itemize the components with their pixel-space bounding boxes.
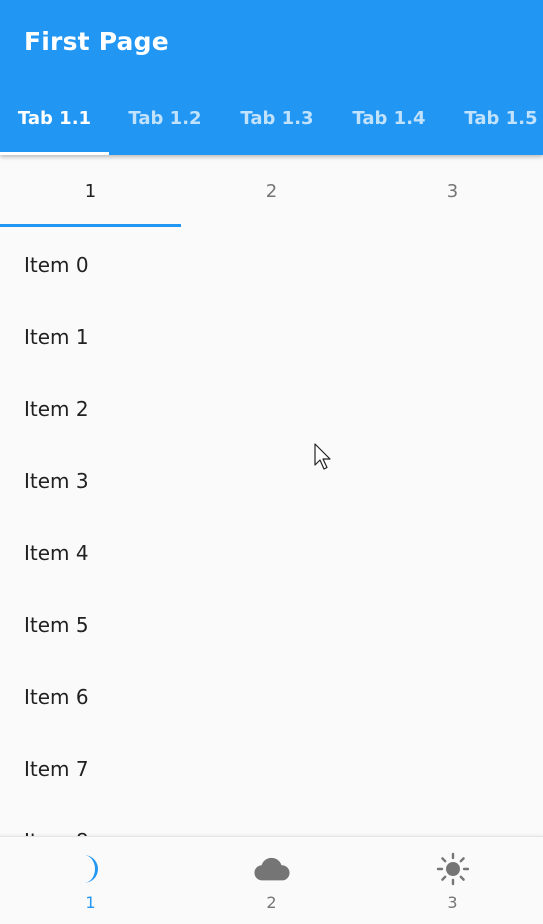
- bottom-nav-label: 2: [266, 893, 277, 912]
- list-item[interactable]: Item 4: [0, 517, 543, 589]
- list-item[interactable]: Item 1: [0, 301, 543, 373]
- tab-1-2[interactable]: Tab 1.2: [109, 82, 221, 155]
- tab-1-3[interactable]: Tab 1.3: [221, 82, 333, 155]
- bottom-nav-label: 1: [85, 893, 96, 912]
- sun-icon: [435, 852, 471, 886]
- item-list[interactable]: Item 0 Item 1 Item 2 Item 3 Item 4 Item …: [0, 229, 543, 836]
- moon-icon: [73, 853, 109, 885]
- bottom-navigation-bar: 1 2 3: [0, 836, 543, 924]
- sub-tab-3[interactable]: 3: [362, 155, 543, 227]
- list-item[interactable]: Item 5: [0, 589, 543, 661]
- top-tab-bar: Tab 1.1 Tab 1.2 Tab 1.3 Tab 1.4 Tab 1.5: [0, 82, 543, 155]
- tab-1-1[interactable]: Tab 1.1: [0, 82, 109, 155]
- bottom-nav-item-1[interactable]: 1: [0, 837, 181, 924]
- list-item[interactable]: Item 6: [0, 661, 543, 733]
- sub-tab-2[interactable]: 2: [181, 155, 362, 227]
- page-title: First Page: [24, 27, 169, 56]
- list-item[interactable]: Item 0: [0, 229, 543, 301]
- sub-tab-1[interactable]: 1: [0, 155, 181, 227]
- tab-1-4[interactable]: Tab 1.4: [333, 82, 445, 155]
- bottom-nav-label: 3: [447, 893, 458, 912]
- list-item[interactable]: Item 3: [0, 445, 543, 517]
- list-item[interactable]: Item 8: [0, 805, 543, 836]
- cloud-icon: [253, 853, 290, 885]
- list-item[interactable]: Item 7: [0, 733, 543, 805]
- sub-tab-bar: 1 2 3: [0, 155, 543, 227]
- bottom-nav-item-2[interactable]: 2: [181, 837, 362, 924]
- app-bar: First Page Tab 1.1 Tab 1.2 Tab 1.3 Tab 1…: [0, 0, 543, 155]
- tab-1-5[interactable]: Tab 1.5: [445, 82, 543, 155]
- list-item[interactable]: Item 2: [0, 373, 543, 445]
- bottom-nav-item-3[interactable]: 3: [362, 837, 543, 924]
